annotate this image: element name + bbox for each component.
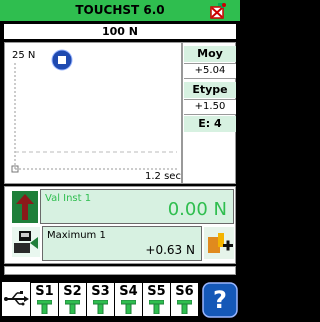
sensor-s4-button[interactable]: S4 (115, 283, 142, 316)
moy-value: +5.04 (184, 63, 236, 79)
sensor-connector-icon (177, 300, 192, 314)
add-icon[interactable] (204, 227, 234, 259)
maximum-label: Maximum 1 (47, 230, 106, 241)
sensor-s6-button[interactable]: S6 (171, 283, 198, 316)
help-button[interactable]: ? (202, 282, 238, 318)
graph-plot (11, 63, 177, 173)
sensor-connector-icon (37, 300, 52, 314)
sensor-connector-icon (121, 300, 136, 314)
instant-value-panel: Val Inst 1 0.00 N (40, 189, 234, 224)
e-count: E: 4 (184, 116, 236, 132)
sensor-s1-label: S1 (35, 284, 54, 299)
instant-label: Val Inst 1 (45, 193, 92, 204)
etype-label: Etype (184, 82, 236, 98)
maximum-panel: Maximum 1 +0.63 N (42, 226, 202, 261)
status-strip (4, 266, 236, 275)
sensor-s4-label: S4 (119, 284, 138, 299)
measurement-area: Val Inst 1 0.00 N Maximum 1 +0.63 N (4, 186, 236, 264)
stats-panel: Moy +5.04 Etype +1.50 E: 4 (182, 42, 236, 184)
sensor-connector-icon (65, 300, 80, 314)
sensor-s5-button[interactable]: S5 (143, 283, 170, 316)
sensor-s2-button[interactable]: S2 (59, 283, 86, 316)
sensor-s6-label: S6 (175, 284, 194, 299)
current-value-display: 100 N (4, 24, 236, 39)
sensor-connector-icon (93, 300, 108, 314)
sensor-s3-label: S3 (91, 284, 110, 299)
close-icon[interactable] (207, 1, 227, 20)
sensor-s5-label: S5 (147, 284, 166, 299)
instant-value: 0.00 N (167, 199, 227, 220)
x-axis-label: 1.2 sec (145, 171, 181, 182)
graph-area: 25 N 1.2 sec (4, 42, 182, 184)
sensor-connector-icon (149, 300, 164, 314)
moy-label: Moy (184, 46, 236, 62)
sensor-s3-button[interactable]: S3 (87, 283, 114, 316)
usb-icon[interactable] (2, 282, 30, 316)
sensor-s1-button[interactable]: S1 (31, 283, 58, 316)
window-title: TOUCHST 6.0 (0, 0, 240, 21)
help-label: ? (213, 286, 227, 314)
sensor-s2-label: S2 (63, 284, 82, 299)
save-icon[interactable] (12, 227, 40, 257)
maximum-value: +0.63 N (145, 243, 195, 257)
up-arrow-icon[interactable] (12, 191, 38, 223)
etype-value: +1.50 (184, 99, 236, 115)
